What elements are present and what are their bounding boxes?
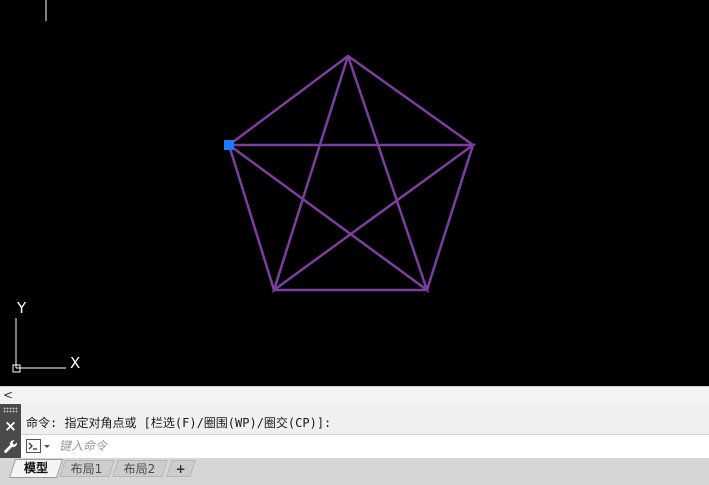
- star-diagonals[interactable]: [225, 55, 477, 294]
- tab-model-label: 模型: [23, 461, 48, 475]
- plus-icon: +: [175, 462, 186, 476]
- add-layout-button[interactable]: +: [166, 460, 196, 477]
- command-history-line: 命令: 指定对角点或 [栏选(F)/圈围(WP)/圈交(CP)]:: [26, 416, 332, 430]
- drawing-svg[interactable]: Y X: [0, 0, 709, 386]
- command-line-panel: × 命令: 指定对角点或 [栏选(F)/圈围(WP)/圈交(CP)]:: [0, 404, 709, 458]
- wrench-icon[interactable]: [2, 438, 19, 455]
- tab-layout1[interactable]: 布局1: [59, 460, 115, 477]
- command-history: 命令: 指定对角点或 [栏选(F)/圈围(WP)/圈交(CP)]:: [21, 404, 709, 434]
- selection-grip[interactable]: [224, 140, 234, 150]
- tab-layout2[interactable]: 布局2: [112, 460, 168, 477]
- ucs-y-label: Y: [16, 299, 27, 317]
- command-prompt-icon[interactable]: [26, 439, 52, 454]
- close-icon[interactable]: ×: [0, 417, 21, 435]
- tab-layout1-label: 布局1: [70, 462, 103, 476]
- tab-model[interactable]: 模型: [8, 459, 64, 478]
- ucs-icon: [12, 318, 66, 373]
- tab-layout2-label: 布局2: [123, 462, 156, 476]
- scroll-left-arrow-icon[interactable]: <: [3, 387, 13, 403]
- command-input-row[interactable]: [21, 434, 709, 458]
- horizontal-scrollbar[interactable]: <: [0, 386, 709, 404]
- drawing-canvas[interactable]: Y X: [0, 0, 709, 386]
- ucs-x-label: X: [70, 354, 80, 372]
- drag-grip-icon[interactable]: [3, 407, 18, 413]
- cad-window: Y X < × 命令: 指定对角点或 [栏选(F)/圈围(WP)/圈交(CP)]…: [0, 0, 709, 485]
- layout-tab-bar: 模型 布局1 布局2 +: [0, 458, 709, 485]
- command-input[interactable]: [59, 437, 659, 455]
- command-line-sidebar: ×: [0, 404, 21, 458]
